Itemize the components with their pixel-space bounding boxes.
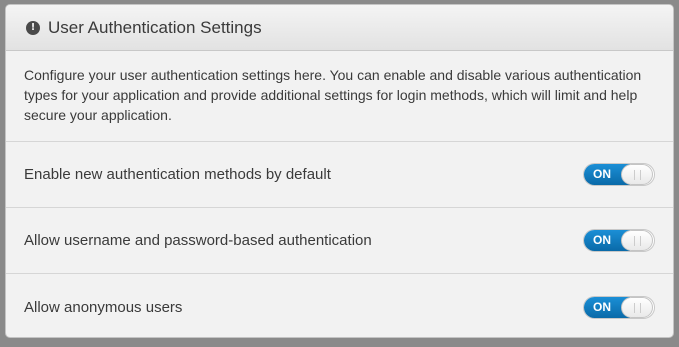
setting-label: Allow username and password-based authen… — [24, 232, 372, 249]
setting-label: Enable new authentication methods by def… — [24, 166, 331, 183]
panel-description: Configure your user authentication setti… — [6, 51, 673, 142]
panel-title: User Authentication Settings — [48, 17, 262, 37]
username-password-toggle[interactable]: ON — [583, 229, 655, 252]
setting-row-enable-new-methods: Enable new authentication methods by def… — [6, 142, 673, 208]
user-authentication-settings-panel: ! User Authentication Settings Configure… — [5, 4, 674, 338]
anonymous-users-toggle[interactable]: ON — [583, 295, 655, 319]
panel-header: ! User Authentication Settings — [6, 5, 673, 51]
setting-row-anonymous-users: Allow anonymous users ON — [6, 274, 673, 337]
toggle-knob — [621, 230, 653, 251]
setting-label: Allow anonymous users — [24, 298, 183, 316]
setting-row-username-password: Allow username and password-based authen… — [6, 208, 673, 274]
toggle-knob — [621, 296, 653, 318]
toggle-knob — [621, 164, 653, 185]
info-icon: ! — [26, 20, 40, 35]
enable-new-methods-toggle[interactable]: ON — [583, 163, 655, 186]
